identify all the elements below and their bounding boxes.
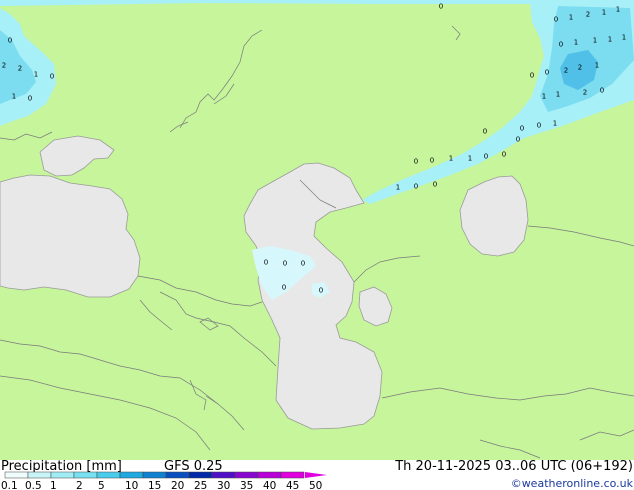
credit-text: ©weatheronline.co.uk [511, 477, 634, 490]
color-swatch [165, 471, 190, 479]
precip-value-label: 1 [593, 37, 597, 45]
precip-value-label: 0 [414, 158, 418, 166]
color-scale-tick-label: 35 [240, 480, 253, 490]
color-scale-tick-label: 0.1 [1, 480, 18, 490]
precip-value-label: 2 [583, 89, 587, 97]
precip-value-label: 2 [564, 67, 568, 75]
precip-value-label: 1 [574, 39, 578, 47]
valid-time: Th 20-11-2025 03..06 UTC (06+192) [394, 460, 633, 474]
precip-value-label: 1 [602, 9, 606, 17]
color-swatch [280, 471, 305, 479]
precip-value-label: 1 [595, 62, 599, 70]
precip-value-label: 0 [50, 73, 54, 81]
precip-value-label: 0 [484, 153, 488, 161]
color-swatch [257, 471, 282, 479]
color-scale-tick-label: 45 [286, 480, 299, 490]
color-scale-tick-label: 10 [125, 480, 138, 490]
precip-value-label: 0 [414, 183, 418, 191]
precip-value-label: 0 [600, 87, 604, 95]
color-swatch [188, 471, 213, 479]
precip-value-label: 1 [396, 184, 400, 192]
precip-value-label: 2 [2, 62, 6, 70]
precip-value-label: 2 [586, 11, 590, 19]
precip-value-label: 0 [516, 136, 520, 144]
precip-value-label: 1 [556, 91, 560, 99]
precip-value-label: 1 [622, 34, 626, 42]
color-scale-tick-label: 15 [148, 480, 161, 490]
precip-value-label: 0 [8, 37, 12, 45]
precip-value-label: 0 [282, 284, 286, 292]
color-swatch [4, 471, 29, 479]
color-scale-tick-label: 5 [98, 480, 105, 490]
precip-value-label: 0 [520, 125, 524, 133]
precip-value-label: 1 [12, 93, 16, 101]
precip-value-label: 2 [578, 64, 582, 72]
color-scale-arrow [305, 472, 327, 478]
precip-value-label: 0 [554, 16, 558, 24]
precip-value-label: 0 [483, 128, 487, 136]
color-scale-tick-label: 40 [263, 480, 276, 490]
precip-value-label: 0 [28, 95, 32, 103]
precip-value-label: 2 [18, 65, 22, 73]
color-scale [4, 471, 305, 479]
precip-value-label: 0 [537, 122, 541, 130]
precip-value-label: 0 [530, 72, 534, 80]
color-swatch [27, 471, 52, 479]
precip-value-label: 1 [468, 155, 472, 163]
precip-value-label: 0 [439, 3, 443, 11]
color-scale-tick-label: 20 [171, 480, 184, 490]
precip-value-label: 0 [301, 260, 305, 268]
precip-value-label: 1 [569, 14, 573, 22]
precip-value-label: 0 [502, 151, 506, 159]
precip-value-label: 1 [616, 6, 620, 14]
precip-value-label: 1 [553, 120, 557, 128]
color-swatch [96, 471, 121, 479]
color-scale-tick-label: 50 [309, 480, 322, 490]
color-scale-ticks: 0.1 0.5 1 2 5 10 15 20 25 30 35 40 45 50 [1, 480, 322, 490]
color-swatch [119, 471, 144, 479]
color-scale-tick-label: 0.5 [25, 480, 42, 490]
color-scale-tick-label: 30 [217, 480, 230, 490]
color-scale-tick-label: 25 [194, 480, 207, 490]
map-legend: Precipitation [mm] GFS 0.25 Th 20-11-202… [0, 460, 634, 490]
color-scale-tick-label: 2 [76, 480, 83, 490]
precip-value-label: 0 [283, 260, 287, 268]
precip-value-label: 1 [542, 93, 546, 101]
precip-value-label: 0 [319, 287, 323, 295]
color-swatch [142, 471, 167, 479]
precip-value-label: 0 [545, 69, 549, 77]
color-swatch [73, 471, 98, 479]
precipitation-map: 002 21 01 00 1 2 1 10 1 1 1 10 0 2 2 11 1 2 00 0 100 0 1 1 0 001 0… [0, 0, 634, 460]
precip-value-label: 0 [264, 259, 268, 267]
precip-value-label: 0 [433, 181, 437, 189]
precip-value-label: 0 [559, 41, 563, 49]
color-swatch [234, 471, 259, 479]
precip-value-label: 1 [608, 36, 612, 44]
precip-value-label: 0 [430, 157, 434, 165]
precip-value-label: 1 [449, 155, 453, 163]
color-swatch [50, 471, 75, 479]
weather-map-view: 0022101001211011110022111200010001100010… [0, 0, 634, 490]
precip-value-label: 1 [34, 71, 38, 79]
color-swatch [211, 471, 236, 479]
color-scale-tick-label: 1 [50, 480, 57, 490]
